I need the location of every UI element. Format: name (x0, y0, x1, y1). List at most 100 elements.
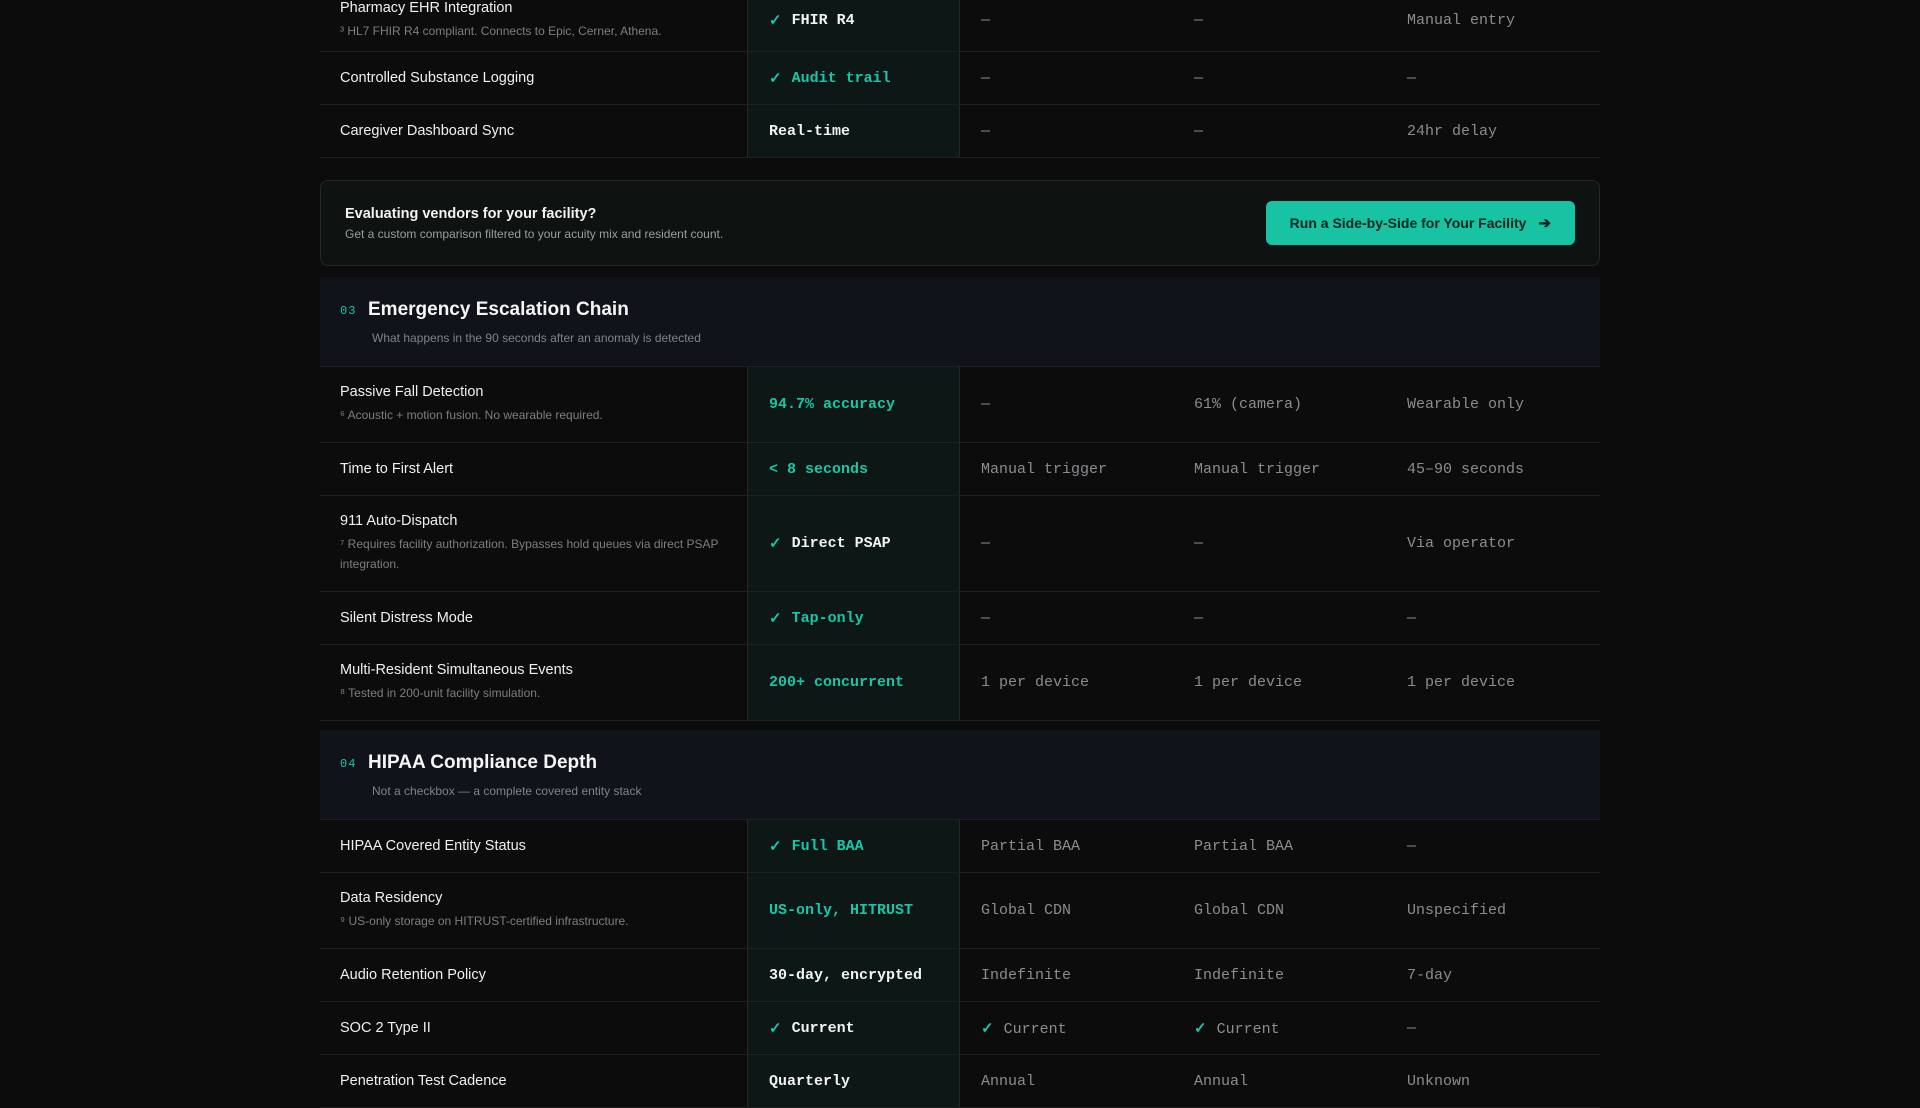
competitor-value: 7-day (1407, 966, 1453, 984)
feature-name: Caregiver Dashboard Sync (340, 123, 515, 139)
check-icon: ✓ (769, 1020, 782, 1038)
our-value: Full BAA (791, 837, 864, 855)
competitor-value: Unspecified (1407, 902, 1507, 919)
competitor-value: ✓ Current (981, 1020, 1067, 1038)
feature-footnote: ⁶ Acoustic + motion fusion. No wearable … (340, 408, 603, 422)
competitor-value: Indefinite (1194, 966, 1285, 984)
feature-cell: Multi-Resident Simultaneous Events ⁸ Tes… (320, 645, 747, 720)
our-value: Real-time (769, 122, 851, 140)
feature-cell: Passive Fall Detection ⁶ Acoustic + moti… (320, 367, 747, 442)
competitor-value: 1 per device (1194, 674, 1303, 691)
feature-name: Data Residency (340, 890, 443, 906)
section-number: 04 (340, 757, 357, 771)
feature-cell: Controlled Substance Logging (320, 52, 747, 104)
our-value: Tap-only (791, 609, 864, 627)
side-by-side-button[interactable]: Run a Side-by-Side for Your Facility ➔ (1265, 201, 1575, 245)
competitor-value: 61% (camera) (1194, 396, 1303, 413)
feature-cell: Silent Distress Mode (320, 592, 747, 644)
feature-name: Passive Fall Detection (340, 384, 484, 400)
our-value-cell: ✓ Direct PSAP (747, 496, 960, 591)
competitor-value-cell: ✓ Current (960, 1002, 1173, 1054)
section-number: 03 (340, 304, 357, 318)
our-value-cell: ✓ Tap-only (747, 592, 960, 644)
feature-cell: SOC 2 Type II (320, 1002, 747, 1054)
check-icon: ✓ (981, 1020, 994, 1038)
feature-name: 911 Auto-Dispatch (340, 513, 458, 529)
section-header: 04 HIPAA Compliance Depth Not a checkbox… (320, 730, 1600, 820)
competitor-value: Global CDN (1194, 902, 1285, 919)
section-header: 03 Emergency Escalation Chain What happe… (320, 277, 1600, 367)
cta-subtitle: Get a custom comparison filtered to your… (345, 227, 724, 241)
our-value-cell: ✓ Full BAA (747, 820, 960, 872)
our-value: Audit trail (791, 69, 891, 87)
feature-cell: Time to First Alert (320, 443, 747, 495)
feature-name: Penetration Test Cadence (340, 1073, 507, 1089)
competitor-value: — (1194, 609, 1204, 627)
section-subtitle: Not a checkbox — a complete covered enti… (372, 784, 642, 798)
table-row: 911 Auto-Dispatch ⁷ Requires facility au… (320, 496, 1600, 592)
competitor-value: — (981, 609, 991, 627)
competitor-value: Wearable only (1407, 396, 1525, 413)
feature-name: SOC 2 Type II (340, 1020, 431, 1036)
check-icon: ✓ (769, 536, 782, 553)
table-row: HIPAA Covered Entity Status ✓ Full BAA Pa… (320, 820, 1600, 873)
cta-title: Evaluating vendors for your facility? (345, 206, 597, 222)
table-row: Data Residency ⁹ US-only storage on HITR… (320, 873, 1600, 949)
check-icon: ✓ (769, 610, 782, 628)
table-row: SOC 2 Type II ✓ Current ✓ Current ✓ Current… (320, 1002, 1600, 1055)
table-row: Time to First Alert < 8 seconds Manual t… (320, 443, 1600, 496)
check-icon: ✓ (769, 13, 782, 30)
table-row: Controlled Substance Logging ✓ Audit trai… (320, 52, 1600, 105)
table-row: Caregiver Dashboard Sync Real-time — — 2… (320, 105, 1600, 158)
section-title: HIPAA Compliance Depth (368, 752, 598, 773)
competitor-value: 45–90 seconds (1407, 460, 1525, 478)
our-value-cell: ✓ FHIR R4 (747, 0, 960, 51)
feature-footnote: ³ HL7 FHIR R4 compliant. Connects to Epi… (340, 24, 662, 38)
competitor-value: ✓ Current (1194, 1020, 1280, 1038)
competitor-value: — (981, 122, 991, 140)
table-row: Multi-Resident Simultaneous Events ⁸ Tes… (320, 645, 1600, 721)
table-row: Passive Fall Detection ⁶ Acoustic + moti… (320, 367, 1600, 443)
comparison-table: Pharmacy EHR Integration ³ HL7 FHIR R4 c… (320, 0, 1600, 158)
our-value: 200+ concurrent (769, 674, 905, 691)
check-icon: ✓ (769, 838, 782, 856)
competitor-value: Manual trigger (1194, 460, 1321, 478)
section-title: Emergency Escalation Chain (368, 299, 629, 320)
our-value-cell: US-only, HITRUST (747, 873, 960, 948)
section-hipaa-compliance: 04 HIPAA Compliance Depth Not a checkbox… (320, 730, 1600, 1108)
competitor-value: — (1194, 122, 1204, 140)
feature-name: Silent Distress Mode (340, 610, 473, 626)
feature-name: HIPAA Covered Entity Status (340, 838, 526, 854)
feature-cell: HIPAA Covered Entity Status (320, 820, 747, 872)
table-row: Silent Distress Mode ✓ Tap-only — — — (320, 592, 1600, 645)
check-icon: ✓ (769, 70, 782, 88)
competitor-value: Global CDN (981, 902, 1072, 919)
table-row: Audio Retention Policy 30-day, encrypted… (320, 949, 1600, 1002)
feature-name: Audio Retention Policy (340, 967, 486, 983)
competitor-value: Indefinite (981, 966, 1072, 984)
feature-name: Time to First Alert (340, 461, 454, 477)
our-value: 30-day, encrypted (769, 966, 923, 984)
competitor-value: Manual entry (1407, 12, 1516, 29)
competitor-value: — (981, 12, 991, 29)
feature-footnote: ⁷ Requires facility authorization. Bypas… (340, 537, 719, 571)
feature-cell: Penetration Test Cadence (320, 1055, 747, 1107)
our-value: Direct PSAP (791, 535, 891, 552)
our-value-cell: Real-time (747, 105, 960, 157)
our-value-cell: Quarterly (747, 1055, 960, 1107)
competitor-value: Partial BAA (981, 837, 1081, 855)
our-value: US-only, HITRUST (769, 902, 914, 919)
competitor-value: — (1407, 609, 1417, 627)
check-icon: ✓ (1194, 1020, 1207, 1038)
competitor-value: — (1194, 69, 1204, 87)
feature-name: Pharmacy EHR Integration (340, 0, 513, 16)
our-value-cell: 200+ concurrent (747, 645, 960, 720)
our-value-cell: ✓ Current (747, 1002, 960, 1054)
competitor-value: Partial BAA (1194, 837, 1294, 855)
arrow-right-icon: ➔ (1538, 215, 1551, 232)
competitor-value: Via operator (1407, 535, 1516, 552)
competitor-value: — (981, 396, 991, 413)
competitor-value: — (1407, 1019, 1417, 1037)
competitor-value: Annual (981, 1072, 1036, 1090)
our-value-cell: ✓ Audit trail (747, 52, 960, 104)
